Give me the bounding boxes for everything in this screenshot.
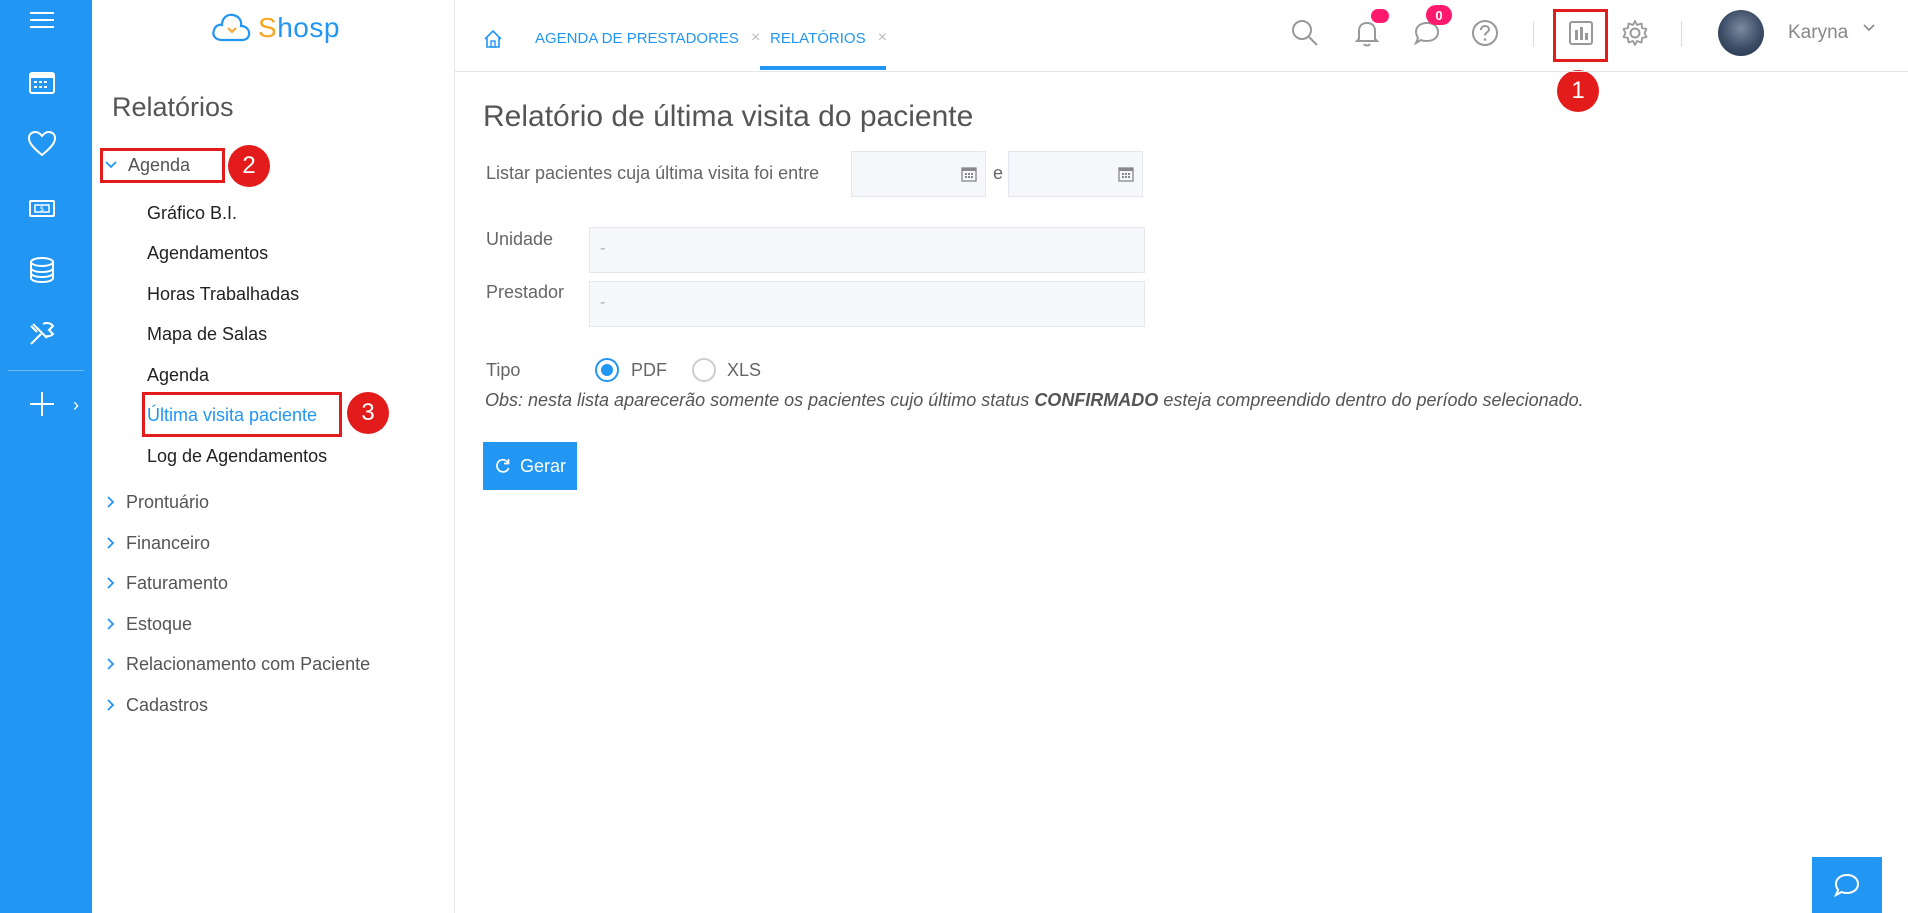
end-date-input[interactable]	[1008, 151, 1143, 197]
sidebar-item-agendamentos[interactable]: Agendamentos	[147, 243, 268, 264]
sidebar-section-label: Financeiro	[126, 532, 211, 553]
calendar-icon[interactable]	[961, 166, 977, 182]
menu-icon[interactable]	[24, 2, 60, 38]
chevron-right-icon	[100, 576, 122, 590]
sidebar-section-label: Estoque	[126, 613, 193, 634]
chevron-right-icon	[100, 657, 122, 671]
sidebar-section-estoque[interactable]: Estoque	[100, 607, 440, 641]
sidebar-section-prontuario[interactable]: Prontuário	[100, 485, 440, 519]
icon-rail: $ ›	[0, 0, 92, 913]
sidebar-section-relacionamento[interactable]: Relacionamento com Paciente	[100, 647, 440, 681]
gerar-button[interactable]: Gerar	[483, 442, 577, 490]
sidebar-item-grafico-bi[interactable]: Gráfico B.I.	[147, 203, 237, 224]
sidebar-section-cadastros[interactable]: Cadastros	[100, 688, 440, 722]
sidebar-title: Relatórios	[112, 92, 234, 122]
sidebar-section-label: Relacionamento com Paciente	[126, 653, 371, 674]
sidebar-item-horas-trabalhadas[interactable]: Horas Trabalhadas	[147, 284, 299, 305]
chevron-right-icon	[100, 698, 122, 712]
chevron-right-icon	[100, 536, 122, 550]
plus-icon[interactable]	[24, 386, 60, 422]
chevron-right-icon	[100, 617, 122, 631]
logo-text: Shosp	[258, 12, 340, 43]
obs-note: Obs: nesta lista aparecerão somente os p…	[485, 390, 1584, 411]
annotation-badge-2: 2	[228, 145, 270, 187]
radio-pdf[interactable]	[595, 358, 619, 382]
refresh-icon	[496, 458, 510, 473]
annotation-badge-3: 3	[347, 392, 389, 434]
unidade-select[interactable]: -	[589, 227, 1145, 273]
chevron-right-icon[interactable]: ›	[73, 395, 79, 416]
calendar-icon[interactable]	[24, 64, 60, 100]
unidade-label: Unidade	[486, 229, 554, 249]
prestador-select[interactable]: -	[589, 281, 1145, 327]
sidebar-section-label: Cadastros	[126, 694, 209, 715]
obs-suffix: esteja compreendido dentro do período se…	[1163, 390, 1584, 410]
sidebar-section-label: Faturamento	[126, 572, 229, 593]
annotation-box-3	[142, 392, 342, 437]
radio-pdf-label[interactable]: PDF	[631, 360, 667, 381]
svg-text:$: $	[40, 205, 44, 213]
gerar-button-label: Gerar	[519, 455, 566, 476]
sidebar-section-faturamento[interactable]: Faturamento	[100, 566, 440, 600]
calendar-icon[interactable]	[1118, 166, 1134, 182]
page-title: Relatório de última visita do paciente	[483, 100, 974, 133]
chevron-right-icon	[100, 495, 122, 509]
tipo-label: Tipo	[486, 360, 521, 380]
sidebar-section-financeiro[interactable]: Financeiro	[100, 526, 440, 560]
money-icon[interactable]: $	[24, 190, 60, 226]
chat-fab-button[interactable]	[1812, 857, 1882, 913]
sidebar-item-mapa-de-salas[interactable]: Mapa de Salas	[147, 324, 267, 345]
start-date-input[interactable]	[851, 151, 986, 197]
tools-icon[interactable]	[24, 316, 60, 352]
sidebar-item-agenda[interactable]: Agenda	[147, 365, 209, 386]
annotation-box-2	[100, 148, 225, 183]
chat-bubble-icon	[1833, 873, 1860, 898]
date-range-conj: e	[993, 163, 1004, 183]
database-icon[interactable]	[24, 252, 60, 288]
radio-xls[interactable]	[692, 358, 716, 382]
report-form: Relatório de última visita do paciente L…	[455, 72, 1908, 913]
prestador-label: Prestador	[486, 282, 565, 302]
heart-icon[interactable]	[24, 126, 60, 162]
sidebar-section-label: Prontuário	[126, 491, 210, 512]
rail-divider	[8, 370, 84, 371]
sidebar-item-log-agendamentos[interactable]: Log de Agendamentos	[147, 446, 327, 467]
top-bar-border	[455, 0, 1908, 72]
logo[interactable]: Shosp	[210, 10, 340, 46]
radio-xls-label[interactable]: XLS	[727, 360, 761, 381]
reports-sidebar: Shosp Relatórios Agenda 2 Gráfico B.I. A…	[92, 0, 455, 913]
date-range-label: Listar pacientes cuja última visita foi …	[486, 163, 820, 183]
obs-bold: CONFIRMADO	[1034, 390, 1159, 410]
cloud-logo-icon	[212, 13, 251, 42]
obs-prefix: Obs: nesta lista aparecerão somente os p…	[485, 390, 1030, 410]
